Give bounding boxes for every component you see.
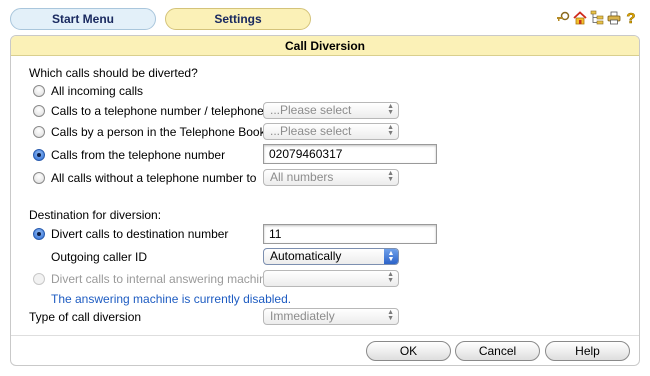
chevron-updown-icon: ▲ ▼ bbox=[384, 249, 398, 264]
radio-without-number[interactable] bbox=[33, 172, 45, 184]
option-label: All incoming calls bbox=[51, 84, 144, 98]
type-label: Type of call diversion bbox=[29, 310, 142, 324]
radio-all-incoming[interactable] bbox=[33, 85, 45, 97]
option-telephone-book[interactable]: Calls by a person in the Telephone Book bbox=[33, 122, 266, 142]
destination-number-input[interactable] bbox=[263, 224, 437, 244]
chevron-updown-icon: ▲ ▼ bbox=[387, 309, 394, 322]
option-label: Divert calls to destination number bbox=[51, 227, 229, 241]
option-calls-to-number[interactable]: Calls to a telephone number / telephone bbox=[33, 101, 264, 121]
select-value: Immediately bbox=[270, 309, 335, 323]
option-label: Calls to a telephone number / telephone bbox=[51, 104, 264, 118]
divider bbox=[11, 335, 639, 336]
option-without-number[interactable]: All calls without a telephone number to bbox=[33, 168, 256, 188]
destination-label: Destination for diversion: bbox=[29, 208, 162, 222]
option-all-incoming[interactable]: All incoming calls bbox=[33, 81, 143, 101]
which-calls-label: Which calls should be diverted? bbox=[29, 66, 198, 80]
answering-machine-select[interactable]: ▲ ▼ bbox=[263, 270, 399, 287]
svg-text:?: ? bbox=[626, 10, 635, 26]
calls-from-number-input[interactable] bbox=[263, 144, 437, 164]
calls-to-number-select[interactable]: ...Please select ▲ ▼ bbox=[263, 102, 399, 119]
panel-title: Call Diversion bbox=[11, 36, 639, 56]
help-button[interactable]: Help bbox=[545, 341, 630, 361]
type-select[interactable]: Immediately ▲ ▼ bbox=[263, 308, 399, 325]
chevron-updown-icon: ▲ ▼ bbox=[387, 271, 394, 284]
radio-calls-from-number[interactable] bbox=[33, 149, 45, 161]
caller-id-label: Outgoing caller ID bbox=[51, 250, 148, 264]
chevron-updown-icon: ▲ ▼ bbox=[387, 103, 394, 116]
chevron-updown-icon: ▲ ▼ bbox=[387, 170, 394, 183]
option-label: Divert calls to internal answering machi… bbox=[51, 272, 273, 286]
option-calls-from-number[interactable]: Calls from the telephone number bbox=[33, 145, 225, 165]
select-value: ...Please select bbox=[270, 124, 352, 138]
ok-button[interactable]: OK bbox=[366, 341, 451, 361]
help-icon[interactable]: ? bbox=[624, 10, 638, 26]
option-label: Calls from the telephone number bbox=[51, 148, 226, 162]
option-answering-machine[interactable]: Divert calls to internal answering machi… bbox=[33, 269, 272, 289]
radio-telephone-book[interactable] bbox=[33, 126, 45, 138]
option-label: Calls by a person in the Telephone Book bbox=[51, 125, 266, 139]
without-number-select[interactable]: All numbers ▲ ▼ bbox=[263, 169, 399, 186]
radio-divert-number[interactable] bbox=[33, 228, 45, 240]
telephone-book-select[interactable]: ...Please select ▲ ▼ bbox=[263, 123, 399, 140]
key-icon[interactable] bbox=[556, 10, 570, 26]
radio-calls-to-number[interactable] bbox=[33, 105, 45, 117]
home-icon[interactable] bbox=[573, 10, 587, 26]
select-value: All numbers bbox=[270, 170, 334, 184]
option-divert-number[interactable]: Divert calls to destination number bbox=[33, 224, 228, 244]
caller-id-select[interactable]: Automatically ▲ ▼ bbox=[263, 248, 399, 265]
tab-settings[interactable]: Settings bbox=[165, 8, 311, 30]
cancel-button[interactable]: Cancel bbox=[455, 341, 540, 361]
call-diversion-panel: Call Diversion Which calls should be div… bbox=[10, 35, 640, 366]
option-label: All calls without a telephone number to bbox=[51, 171, 257, 185]
chevron-updown-icon: ▲ ▼ bbox=[387, 124, 394, 137]
select-value: ...Please select bbox=[270, 103, 352, 117]
radio-answering-machine[interactable] bbox=[33, 273, 45, 285]
toolbar-icons: ? bbox=[556, 10, 638, 26]
tab-start-menu[interactable]: Start Menu bbox=[10, 8, 156, 30]
select-value: Automatically bbox=[270, 249, 342, 263]
tree-icon[interactable] bbox=[590, 10, 604, 26]
answering-machine-note: The answering machine is currently disab… bbox=[51, 292, 292, 306]
print-icon[interactable] bbox=[607, 10, 621, 26]
